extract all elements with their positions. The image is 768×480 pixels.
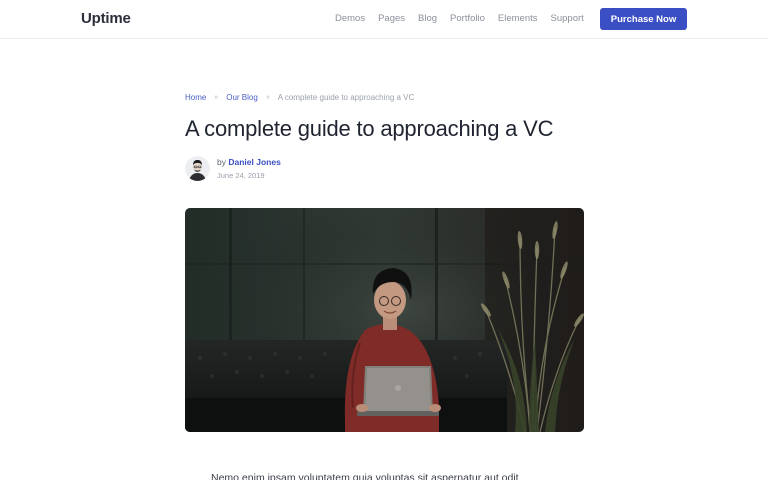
person-avatar-icon [185, 156, 210, 181]
breadcrumb-separator: » [265, 94, 270, 101]
breadcrumb-home[interactable]: Home [185, 93, 206, 102]
post-excerpt: Nemo enim ipsam voluptatem quia voluptas… [211, 472, 519, 480]
author-line: by Daniel Jones [217, 157, 281, 167]
author-block: by Daniel Jones June 24, 2019 [185, 156, 281, 181]
main-nav: Demos Pages Blog Portfolio Elements Supp… [335, 13, 597, 24]
nav-link-demos[interactable]: Demos [335, 13, 365, 24]
avatar[interactable] [185, 156, 210, 181]
nav-link-pages[interactable]: Pages [378, 13, 405, 24]
hero-photo-illustration [185, 208, 584, 432]
author-name-link[interactable]: Daniel Jones [228, 157, 280, 167]
purchase-now-button[interactable]: Purchase Now [600, 8, 687, 30]
nav-link-portfolio[interactable]: Portfolio [450, 13, 485, 24]
author-by-label: by [217, 157, 226, 167]
post-date: June 24, 2019 [217, 171, 265, 180]
nav-link-support[interactable]: Support [551, 13, 584, 24]
author-meta: by Daniel Jones June 24, 2019 [217, 156, 281, 180]
top-navbar: Uptime Demos Pages Blog Portfolio Elemen… [0, 0, 768, 39]
breadcrumb: Home » Our Blog » A complete guide to ap… [185, 93, 414, 102]
nav-link-elements[interactable]: Elements [498, 13, 538, 24]
breadcrumb-current: A complete guide to approaching a VC [277, 93, 415, 102]
page-title: A complete guide to approaching a VC [185, 116, 554, 141]
breadcrumb-separator: » [214, 94, 219, 101]
breadcrumb-our-blog[interactable]: Our Blog [226, 93, 258, 102]
hero-image [185, 208, 584, 432]
brand-logo[interactable]: Uptime [81, 10, 131, 27]
nav-link-blog[interactable]: Blog [418, 13, 437, 24]
